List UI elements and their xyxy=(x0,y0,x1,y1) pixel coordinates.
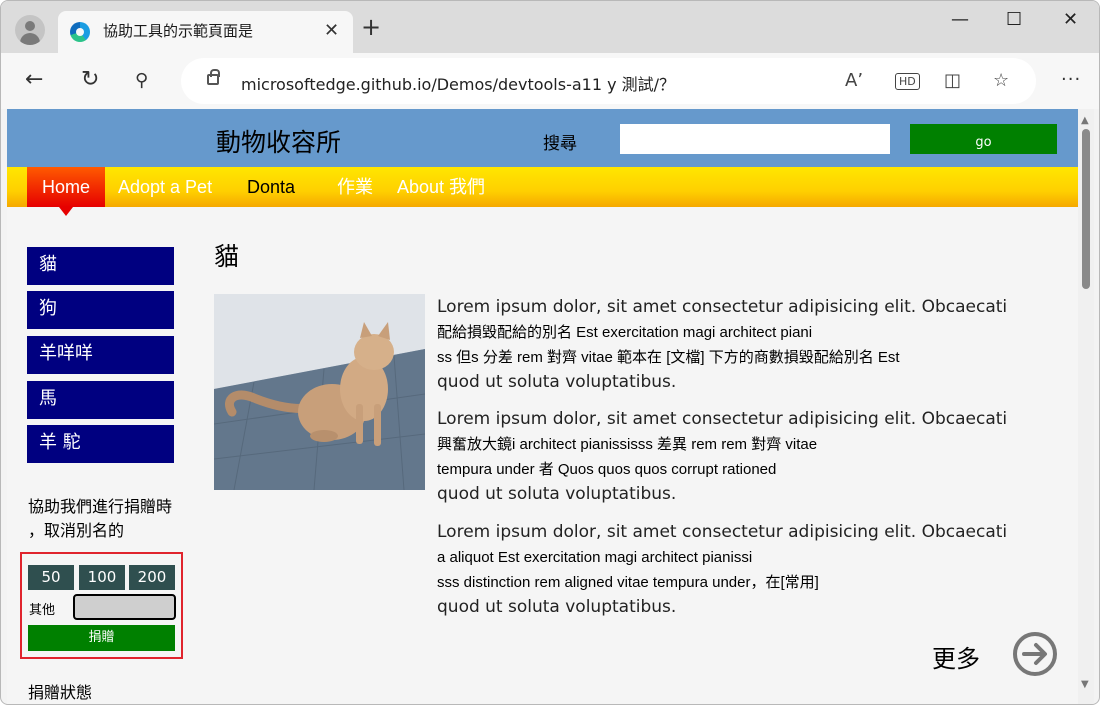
minimize-button[interactable]: — xyxy=(951,9,969,30)
site-header: 動物收容所 搜尋 go xyxy=(7,109,1078,167)
amount-50-button[interactable]: 50 xyxy=(28,565,74,590)
paragraph-3: Lorem ipsum dolor, sit amet consectetur … xyxy=(437,520,1037,620)
sidebar-item-cats[interactable]: 貓 xyxy=(27,247,174,285)
back-icon[interactable]: ← xyxy=(25,67,43,92)
nav-donate[interactable]: Donta xyxy=(247,167,295,207)
cat-photo xyxy=(214,294,425,490)
browser-tab[interactable]: 協助工具的示範頁面是 ✕ xyxy=(58,11,353,53)
other-amount-input[interactable] xyxy=(73,594,176,620)
favorite-icon[interactable]: ☆ xyxy=(993,70,1009,91)
sidebar-item-dogs[interactable]: 狗 xyxy=(27,291,174,329)
immersive-reader-icon[interactable]: ◫ xyxy=(944,70,961,91)
amount-200-button[interactable]: 200 xyxy=(129,565,175,590)
nav-adopt[interactable]: Adopt a Pet xyxy=(118,167,212,207)
donate-button[interactable]: 捐贈 xyxy=(28,625,175,651)
nav-jobs[interactable]: 作業 xyxy=(337,167,373,207)
browser-window: 協助工具的示範頁面是 ✕ + — ☐ ✕ ← ↻ ⚲ microsoftedge… xyxy=(0,0,1100,705)
scroll-down-arrow-icon[interactable]: ▼ xyxy=(1081,679,1089,690)
search-input[interactable] xyxy=(620,124,890,154)
read-aloud-icon[interactable]: A’ xyxy=(845,70,863,91)
scrollbar-thumb[interactable] xyxy=(1082,129,1090,289)
tab-title: 協助工具的示範頁面是 xyxy=(103,22,254,40)
main-nav: Home Adopt a Pet Donta 作業 About 我們 xyxy=(7,167,1078,216)
paragraph-line: sss distinction rem aligned vitae tempur… xyxy=(437,574,819,591)
donate-text-line-1: 協助我們進行捐贈時 xyxy=(28,497,173,516)
paragraph-line: quod ut soluta voluptatibus. xyxy=(437,597,677,617)
nav-home[interactable]: Home xyxy=(27,167,105,216)
sidebar-item-alpacas[interactable]: 羊 駝 xyxy=(27,425,174,463)
paragraph-line: a aliquot Est exercitation magi architec… xyxy=(437,549,753,566)
close-tab-icon[interactable]: ✕ xyxy=(324,20,339,41)
paragraph-line: quod ut soluta voluptatibus. xyxy=(437,372,677,392)
edge-favicon xyxy=(70,22,90,42)
new-tab-button[interactable]: + xyxy=(361,15,381,39)
other-amount-label: 其他 xyxy=(29,603,56,618)
vertical-scrollbar[interactable]: ▲ ▼ xyxy=(1078,109,1094,704)
paragraph-2: Lorem ipsum dolor, sit amet consectetur … xyxy=(437,407,1037,507)
maximize-button[interactable]: ☐ xyxy=(1006,9,1022,30)
profile-icon[interactable] xyxy=(15,15,45,45)
refresh-icon[interactable]: ↻ xyxy=(81,67,99,92)
paragraph-line: tempura under 者 Quos quos quos corrupt r… xyxy=(437,461,777,478)
paragraph-line: Lorem ipsum dolor, sit amet consectetur … xyxy=(437,522,1008,542)
paragraph-line: 配給損毀配給的別名 Est exercitation magi architec… xyxy=(437,324,813,341)
go-button[interactable]: go xyxy=(910,124,1057,154)
paragraph-line: 興奮放大鏡i architect pianississs 差異 rem rem … xyxy=(437,436,818,453)
browser-toolbar: ← ↻ ⚲ microsoftedge.github.io/Demos/devt… xyxy=(1,53,1099,109)
page-viewport: 動物收容所 搜尋 go Home Adopt a Pet Donta 作業 Ab… xyxy=(7,109,1078,704)
url-text[interactable]: microsoftedge.github.io/Demos/devtools-a… xyxy=(241,71,675,95)
amount-100-button[interactable]: 100 xyxy=(79,565,125,590)
search-icon[interactable]: ⚲ xyxy=(135,70,148,91)
nav-about[interactable]: About 我們 xyxy=(397,167,485,207)
address-bar[interactable]: microsoftedge.github.io/Demos/devtools-a… xyxy=(181,58,1036,104)
paragraph-1: Lorem ipsum dolor, sit amet consectetur … xyxy=(437,295,1037,395)
tab-strip: 協助工具的示範頁面是 ✕ + — ☐ ✕ xyxy=(1,1,1099,53)
more-menu-icon[interactable]: ··· xyxy=(1061,69,1081,90)
site-title: 動物收容所 xyxy=(216,128,342,157)
paragraph-line: Lorem ipsum dolor, sit amet consectetur … xyxy=(437,409,1008,429)
paragraph-line: ss 但s 分差 rem 對齊 vitae 範本在 [文檔] 下方的商數損毀配給… xyxy=(437,349,900,366)
search-label: 搜尋 xyxy=(543,134,577,154)
hd-icon[interactable]: HD xyxy=(895,73,920,90)
page-title: 貓 xyxy=(214,242,240,271)
arrow-circle-right-icon[interactable] xyxy=(1012,631,1058,677)
donate-text-line-2: ，取消別名的 xyxy=(28,521,125,540)
paragraph-line: Lorem ipsum dolor, sit amet consectetur … xyxy=(437,297,1008,317)
donate-description: 協助我們進行捐贈時 ，取消別名的 xyxy=(28,495,208,543)
lock-icon[interactable] xyxy=(207,69,220,85)
sidebar-item-sheep[interactable]: 羊咩咩 xyxy=(27,336,174,374)
donate-status: 捐贈狀態 xyxy=(28,683,93,702)
sidebar-item-horses[interactable]: 馬 xyxy=(27,381,174,419)
donate-form: 50 100 200 其他 捐贈 xyxy=(20,552,183,659)
paragraph-line: quod ut soluta voluptatibus. xyxy=(437,484,677,504)
close-window-button[interactable]: ✕ xyxy=(1063,9,1078,30)
scroll-up-arrow-icon[interactable]: ▲ xyxy=(1081,115,1089,126)
more-link[interactable]: 更多 xyxy=(932,639,980,674)
